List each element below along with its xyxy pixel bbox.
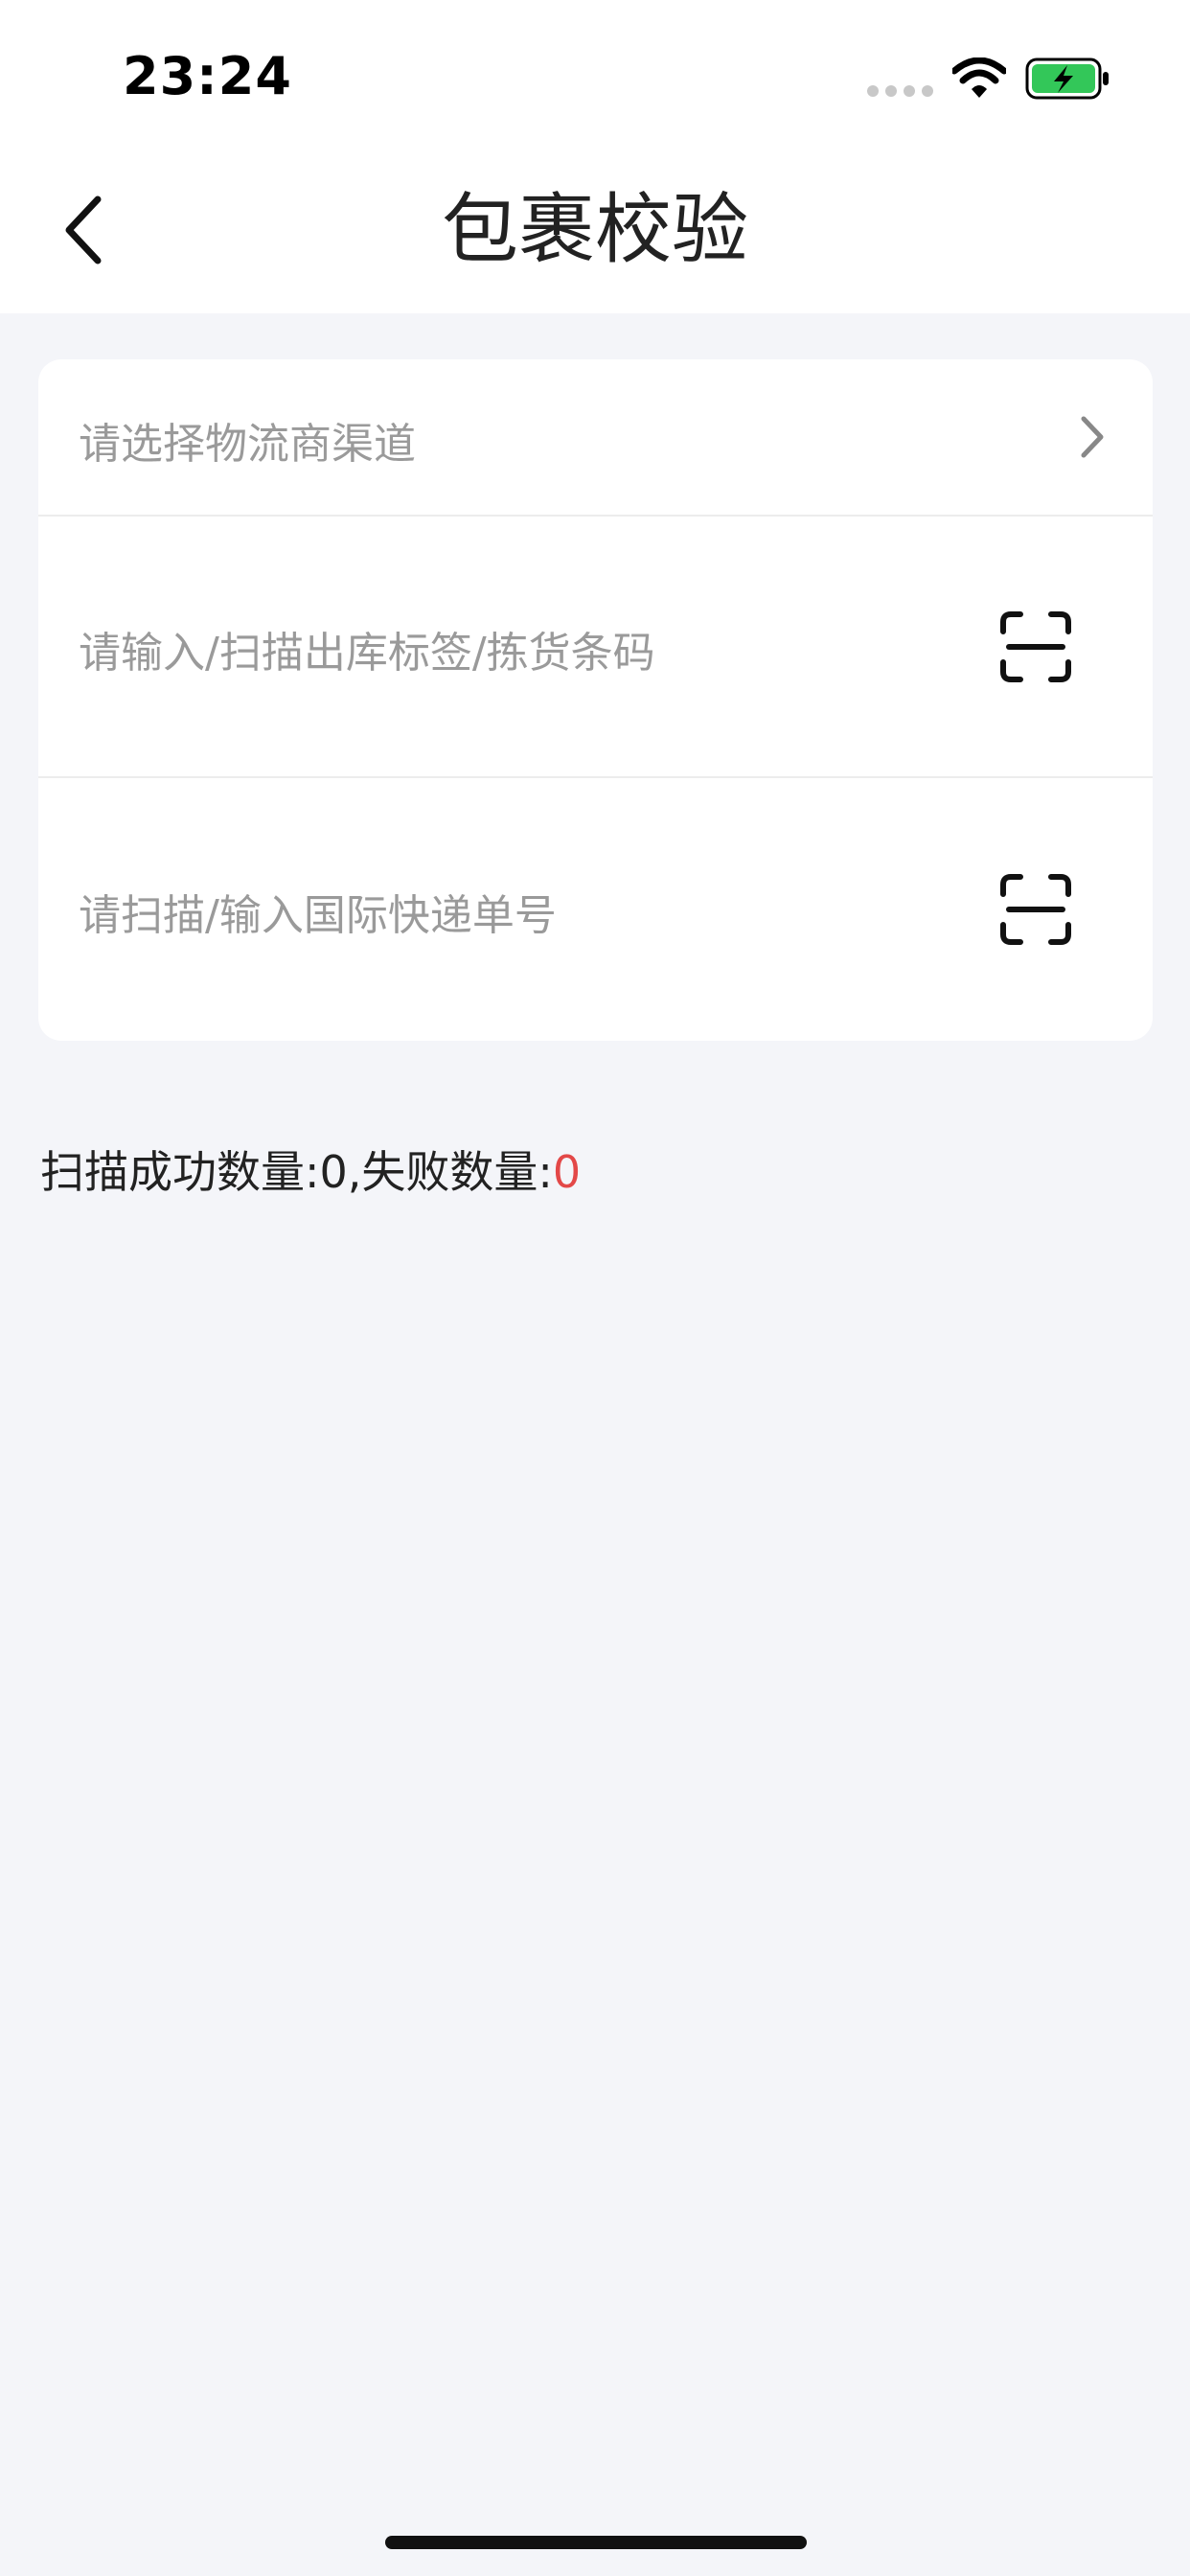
scan-stats: 扫描成功数量:0,失败数量:0 [40, 1138, 581, 1201]
home-indicator [385, 2536, 807, 2549]
success-label: 扫描成功数量: [40, 1146, 320, 1198]
chevron-right-icon [1081, 416, 1104, 458]
success-count: 0 [319, 1146, 348, 1198]
stats-separator: , [347, 1146, 362, 1198]
scan-icon[interactable] [999, 610, 1072, 683]
label-barcode-input[interactable]: 请输入/扫描出库标签/拣货条码 [38, 516, 1153, 778]
wifi-icon [952, 58, 1006, 98]
fail-label: 失败数量: [361, 1146, 553, 1198]
cellular-signal-icon [867, 85, 934, 97]
battery-charging-icon [1025, 58, 1109, 100]
channel-select-placeholder: 请选择物流商渠道 [79, 420, 416, 469]
channel-select[interactable]: 请选择物流商渠道 [38, 359, 1153, 517]
express-number-placeholder: 请扫描/输入国际快递单号 [79, 891, 557, 940]
status-time: 23:24 [123, 46, 292, 106]
express-number-input[interactable]: 请扫描/输入国际快递单号 [38, 778, 1153, 1041]
navigation-bar: 包裹校验 [0, 163, 1190, 297]
top-bar: 23:24 包裹校验 [0, 0, 1190, 313]
label-barcode-placeholder: 请输入/扫描出库标签/拣货条码 [79, 629, 655, 678]
page-title: 包裹校验 [442, 185, 748, 274]
fail-count: 0 [552, 1146, 582, 1198]
scan-icon[interactable] [999, 873, 1072, 946]
input-card: 请选择物流商渠道 请输入/扫描出库标签/拣货条码 请扫描/输入国际快递单号 [38, 359, 1153, 1041]
